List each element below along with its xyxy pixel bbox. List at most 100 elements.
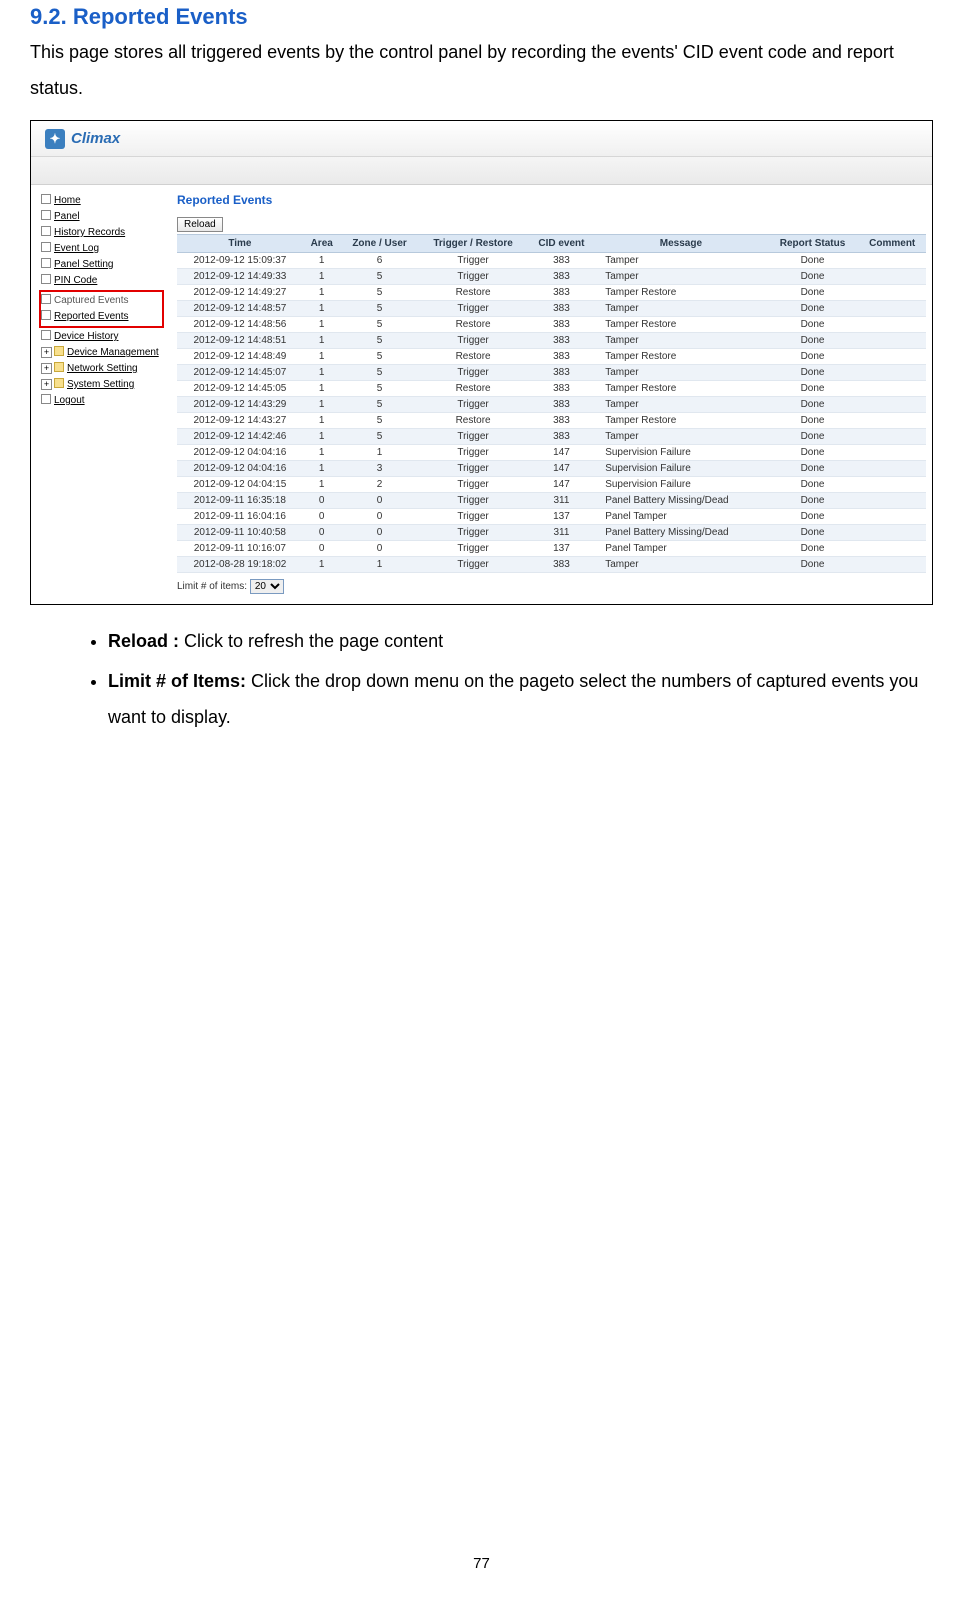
table-row: 2012-09-12 14:43:2915Trigger383TamperDon… (177, 397, 926, 413)
table-cell: 5 (341, 333, 419, 349)
sidebar-item[interactable]: Panel (41, 209, 166, 225)
table-header: CID event (528, 235, 596, 253)
page-icon (41, 274, 51, 284)
table-cell: Done (767, 397, 859, 413)
table-cell (858, 541, 926, 557)
sidebar-item[interactable]: History Records (41, 225, 166, 241)
sidebar-item-label: Device History (54, 331, 118, 342)
table-cell: Tamper Restore (595, 317, 766, 333)
table-cell (858, 317, 926, 333)
table-cell: 1 (303, 317, 341, 333)
page-icon (41, 210, 51, 220)
sidebar-item-label: Home (54, 195, 81, 206)
table-cell (858, 301, 926, 317)
table-cell: 383 (528, 253, 596, 269)
sidebar-item[interactable]: Network Setting (41, 361, 166, 377)
table-cell: Trigger (419, 397, 528, 413)
table-cell: 1 (341, 557, 419, 573)
table-cell: 2012-09-12 04:04:16 (177, 461, 303, 477)
table-cell: 1 (303, 349, 341, 365)
table-row: 2012-09-12 14:48:4915Restore383Tamper Re… (177, 349, 926, 365)
table-cell: Done (767, 253, 859, 269)
table-row: 2012-09-11 16:04:1600Trigger137Panel Tam… (177, 509, 926, 525)
table-cell: 1 (303, 477, 341, 493)
sidebar-item-label: PIN Code (54, 275, 97, 286)
table-row: 2012-09-12 04:04:1512Trigger147Supervisi… (177, 477, 926, 493)
table-cell: 0 (341, 493, 419, 509)
limit-select[interactable]: 20 (250, 579, 284, 594)
table-cell: Restore (419, 285, 528, 301)
table-row: 2012-09-11 10:16:0700Trigger137Panel Tam… (177, 541, 926, 557)
sidebar-item[interactable]: Logout (41, 393, 166, 409)
table-cell: Panel Battery Missing/Dead (595, 525, 766, 541)
table-cell: 0 (303, 525, 341, 541)
table-cell: 147 (528, 477, 596, 493)
table-cell: Done (767, 301, 859, 317)
table-cell: 2012-09-11 16:35:18 (177, 493, 303, 509)
table-cell: Tamper (595, 269, 766, 285)
sidebar-item[interactable]: Panel Setting (41, 257, 166, 273)
page-icon (54, 362, 64, 372)
topbar: ✦ Climax (31, 121, 932, 157)
page-number: 77 (30, 1555, 933, 1572)
sidebar-item[interactable]: Captured Events (41, 293, 162, 309)
table-cell: Done (767, 349, 859, 365)
note-item: Reload : Click to refresh the page conte… (108, 623, 933, 659)
table-row: 2012-09-12 04:04:1613Trigger147Supervisi… (177, 461, 926, 477)
table-cell: Supervision Failure (595, 477, 766, 493)
table-row: 2012-09-11 16:35:1800Trigger311Panel Bat… (177, 493, 926, 509)
table-cell (858, 525, 926, 541)
table-cell: 137 (528, 509, 596, 525)
table-cell: 137 (528, 541, 596, 557)
table-cell: Supervision Failure (595, 445, 766, 461)
table-cell: 383 (528, 429, 596, 445)
table-cell: 1 (303, 445, 341, 461)
sidebar-item[interactable]: Device Management (41, 345, 166, 361)
table-cell: 2012-09-12 14:43:29 (177, 397, 303, 413)
table-cell: Tamper (595, 333, 766, 349)
note-label: Reload : (108, 631, 179, 651)
table-cell: 2012-09-11 10:16:07 (177, 541, 303, 557)
table-header: Time (177, 235, 303, 253)
sidebar-item[interactable]: Reported Events (41, 309, 162, 325)
table-cell: 1 (303, 557, 341, 573)
table-cell: 2012-09-11 16:04:16 (177, 509, 303, 525)
main-area: Reported Events Reload TimeAreaZone / Us… (171, 185, 932, 604)
table-cell: Done (767, 461, 859, 477)
table-cell (858, 509, 926, 525)
logo-text: Climax (71, 130, 120, 147)
table-cell: 2012-09-12 14:48:57 (177, 301, 303, 317)
table-cell: 5 (341, 429, 419, 445)
sidebar-item[interactable]: Event Log (41, 241, 166, 257)
table-cell: 311 (528, 493, 596, 509)
section-number: 9.2. (30, 4, 67, 29)
sidebar-item[interactable]: PIN Code (41, 273, 166, 289)
table-cell: Trigger (419, 429, 528, 445)
sidebar-item[interactable]: Device History (41, 329, 166, 345)
limit-label: Limit # of items: (177, 581, 247, 592)
table-cell: 0 (341, 541, 419, 557)
table-cell: 1 (303, 461, 341, 477)
table-cell: Tamper (595, 365, 766, 381)
logo: ✦ Climax (45, 129, 120, 149)
table-cell: Done (767, 269, 859, 285)
table-cell (858, 461, 926, 477)
table-cell: Done (767, 477, 859, 493)
page-icon (41, 310, 51, 320)
sidebar-item-label: Network Setting (67, 363, 138, 374)
table-header: Message (595, 235, 766, 253)
table-cell: 2012-09-11 10:40:58 (177, 525, 303, 541)
sidebar-item[interactable]: System Setting (41, 377, 166, 393)
note-item: Limit # of Items: Click the drop down me… (108, 663, 933, 735)
sidebar-item[interactable]: Home (41, 193, 166, 209)
table-cell: 147 (528, 461, 596, 477)
reload-button[interactable]: Reload (177, 217, 223, 232)
table-cell: 2012-09-12 14:48:56 (177, 317, 303, 333)
table-cell: Done (767, 509, 859, 525)
table-cell: Tamper (595, 301, 766, 317)
sidebar-item-label: System Setting (67, 379, 134, 390)
table-cell: 0 (341, 525, 419, 541)
sidebar-item-label: Panel Setting (54, 259, 114, 270)
table-cell: 147 (528, 445, 596, 461)
table-cell: Tamper Restore (595, 285, 766, 301)
